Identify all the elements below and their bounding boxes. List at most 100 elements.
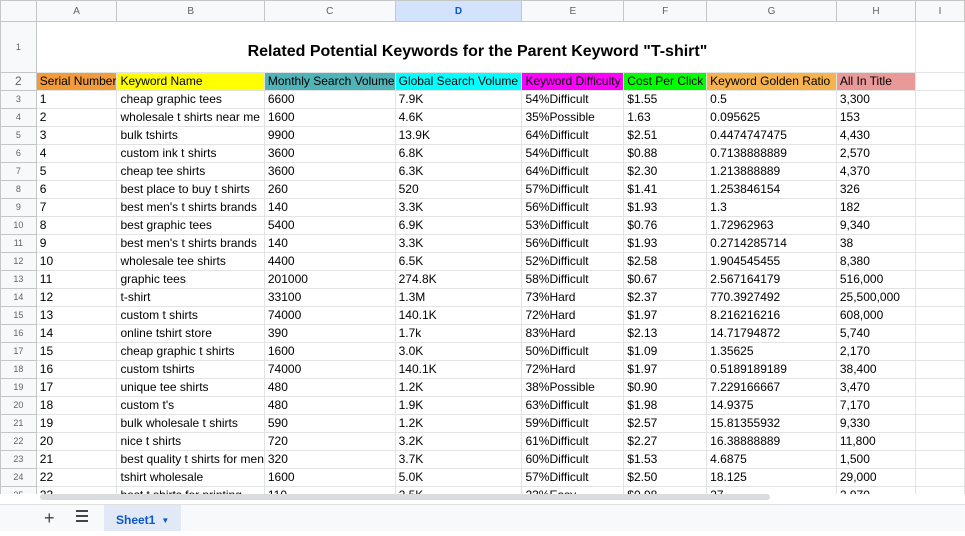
row-header[interactable]: 13 — [0, 270, 37, 289]
keyword-difficulty-cell[interactable]: 54%Difficult — [521, 144, 625, 163]
all-in-title-cell[interactable]: 326 — [835, 180, 917, 199]
cost-per-click-cell[interactable]: $2.57 — [623, 414, 708, 433]
all-in-title-cell[interactable]: 4,370 — [835, 162, 917, 181]
keyword-difficulty-cell[interactable]: 73%Hard — [521, 288, 625, 307]
select-all-corner[interactable] — [0, 0, 37, 22]
all-in-title-cell[interactable]: 5,740 — [835, 324, 917, 343]
keyword-difficulty-cell[interactable]: 72%Hard — [521, 306, 625, 325]
global-search-volume-cell[interactable]: 3.3K — [394, 234, 523, 253]
serial-number-cell[interactable]: 5 — [35, 162, 118, 181]
keyword-name-cell[interactable]: online tshirt store — [116, 324, 265, 343]
keyword-golden-ratio-cell[interactable]: 4.6875 — [706, 450, 837, 469]
global-search-volume-cell[interactable]: 3.7K — [394, 450, 523, 469]
monthly-search-volume-cell[interactable]: 5400 — [263, 216, 396, 235]
cell[interactable] — [915, 396, 965, 415]
cost-per-click-cell[interactable]: $2.51 — [623, 126, 708, 145]
all-in-title-cell[interactable]: 608,000 — [835, 306, 917, 325]
all-in-title-cell[interactable]: 516,000 — [835, 270, 917, 289]
keyword-golden-ratio-cell[interactable]: 14.71794872 — [706, 324, 837, 343]
keyword-difficulty-cell[interactable]: 54%Difficult — [521, 90, 625, 109]
keyword-name-cell[interactable]: bulk wholesale t shirts — [116, 414, 265, 433]
row-header[interactable]: 23 — [0, 450, 37, 469]
keyword-golden-ratio-cell[interactable]: 0.2714285714 — [706, 234, 837, 253]
row-header[interactable]: 2 — [0, 72, 37, 91]
keyword-difficulty-cell[interactable]: 50%Difficult — [521, 342, 625, 361]
cell[interactable] — [915, 90, 965, 109]
cost-per-click-cell[interactable]: $2.37 — [623, 288, 708, 307]
keyword-difficulty-cell[interactable]: 23%Easy — [521, 486, 625, 494]
sheet-tab-sheet1[interactable]: Sheet1 ▼ — [104, 505, 182, 531]
keyword-golden-ratio-cell[interactable]: 1.72962963 — [706, 216, 837, 235]
serial-number-cell[interactable]: 13 — [35, 306, 118, 325]
monthly-search-volume-cell[interactable]: 1600 — [263, 468, 396, 487]
monthly-search-volume-cell[interactable]: 74000 — [263, 306, 396, 325]
global-search-volume-cell[interactable]: 13.9K — [394, 126, 523, 145]
monthly-search-volume-cell[interactable]: 260 — [263, 180, 396, 199]
keyword-difficulty-cell[interactable]: 60%Difficult — [521, 450, 625, 469]
all-in-title-cell[interactable]: 4,430 — [835, 126, 917, 145]
keyword-golden-ratio-cell[interactable]: 1.904545455 — [706, 252, 837, 271]
global-search-volume-cell[interactable]: 4.6K — [394, 108, 523, 127]
row-header[interactable]: 16 — [0, 324, 37, 343]
serial-number-cell[interactable]: 6 — [35, 180, 118, 199]
row-header[interactable]: 6 — [0, 144, 37, 163]
column-header-a[interactable]: A — [35, 0, 118, 22]
cost-per-click-cell[interactable]: $1.09 — [623, 342, 708, 361]
row-header[interactable]: 4 — [0, 108, 37, 127]
keyword-golden-ratio-cell[interactable]: 14.9375 — [706, 396, 837, 415]
serial-number-cell[interactable]: 20 — [35, 432, 118, 451]
cost-per-click-cell[interactable]: $0.98 — [623, 486, 708, 494]
spreadsheet-grid[interactable]: A B C D E F G H I 1 Related Potential Ke… — [0, 0, 965, 494]
header-keyword-name[interactable]: Keyword Name — [116, 72, 265, 91]
row-header[interactable]: 10 — [0, 216, 37, 235]
monthly-search-volume-cell[interactable]: 720 — [263, 432, 396, 451]
global-search-volume-cell[interactable]: 5.0K — [394, 468, 523, 487]
cell[interactable] — [915, 108, 965, 127]
all-in-title-cell[interactable]: 2,970 — [835, 486, 917, 494]
keyword-difficulty-cell[interactable]: 64%Difficult — [521, 162, 625, 181]
monthly-search-volume-cell[interactable]: 140 — [263, 198, 396, 217]
keyword-difficulty-cell[interactable]: 64%Difficult — [521, 126, 625, 145]
all-in-title-cell[interactable]: 25,500,000 — [835, 288, 917, 307]
cell[interactable] — [915, 234, 965, 253]
keyword-golden-ratio-cell[interactable]: 0.4474747475 — [706, 126, 837, 145]
cost-per-click-cell[interactable]: $1.97 — [623, 306, 708, 325]
serial-number-cell[interactable]: 3 — [35, 126, 118, 145]
row-header[interactable]: 5 — [0, 126, 37, 145]
keyword-name-cell[interactable]: custom tshirts — [116, 360, 265, 379]
keyword-name-cell[interactable]: tshirt wholesale — [116, 468, 265, 487]
cost-per-click-cell[interactable]: $1.98 — [623, 396, 708, 415]
row-header[interactable]: 25 — [0, 486, 37, 494]
header-global-search-volume[interactable]: Global Search Volume — [394, 72, 523, 91]
all-in-title-cell[interactable]: 2,170 — [835, 342, 917, 361]
header-all-in-title[interactable]: All In Title — [835, 72, 917, 91]
serial-number-cell[interactable]: 16 — [35, 360, 118, 379]
cell[interactable] — [915, 198, 965, 217]
cost-per-click-cell[interactable]: $0.90 — [623, 378, 708, 397]
global-search-volume-cell[interactable]: 6.9K — [394, 216, 523, 235]
cell[interactable] — [915, 270, 965, 289]
keyword-difficulty-cell[interactable]: 57%Difficult — [521, 468, 625, 487]
monthly-search-volume-cell[interactable]: 74000 — [263, 360, 396, 379]
keyword-difficulty-cell[interactable]: 83%Hard — [521, 324, 625, 343]
monthly-search-volume-cell[interactable]: 33100 — [263, 288, 396, 307]
keyword-name-cell[interactable]: best quality t shirts for men — [116, 450, 265, 469]
global-search-volume-cell[interactable]: 520 — [394, 180, 523, 199]
cell[interactable] — [915, 180, 965, 199]
keyword-golden-ratio-cell[interactable]: 1.213888889 — [706, 162, 837, 181]
keyword-difficulty-cell[interactable]: 59%Difficult — [521, 414, 625, 433]
all-in-title-cell[interactable]: 29,000 — [835, 468, 917, 487]
keyword-name-cell[interactable]: custom ink t shirts — [116, 144, 265, 163]
monthly-search-volume-cell[interactable]: 201000 — [263, 270, 396, 289]
global-search-volume-cell[interactable]: 2.5K — [394, 486, 523, 494]
monthly-search-volume-cell[interactable]: 590 — [263, 414, 396, 433]
row-header[interactable]: 21 — [0, 414, 37, 433]
all-in-title-cell[interactable]: 9,340 — [835, 216, 917, 235]
global-search-volume-cell[interactable]: 274.8K — [394, 270, 523, 289]
keyword-name-cell[interactable]: wholesale t shirts near me — [116, 108, 265, 127]
global-search-volume-cell[interactable]: 140.1K — [394, 306, 523, 325]
serial-number-cell[interactable]: 1 — [35, 90, 118, 109]
cell[interactable] — [915, 468, 965, 487]
cost-per-click-cell[interactable]: $0.88 — [623, 144, 708, 163]
column-header-c[interactable]: C — [263, 0, 396, 22]
